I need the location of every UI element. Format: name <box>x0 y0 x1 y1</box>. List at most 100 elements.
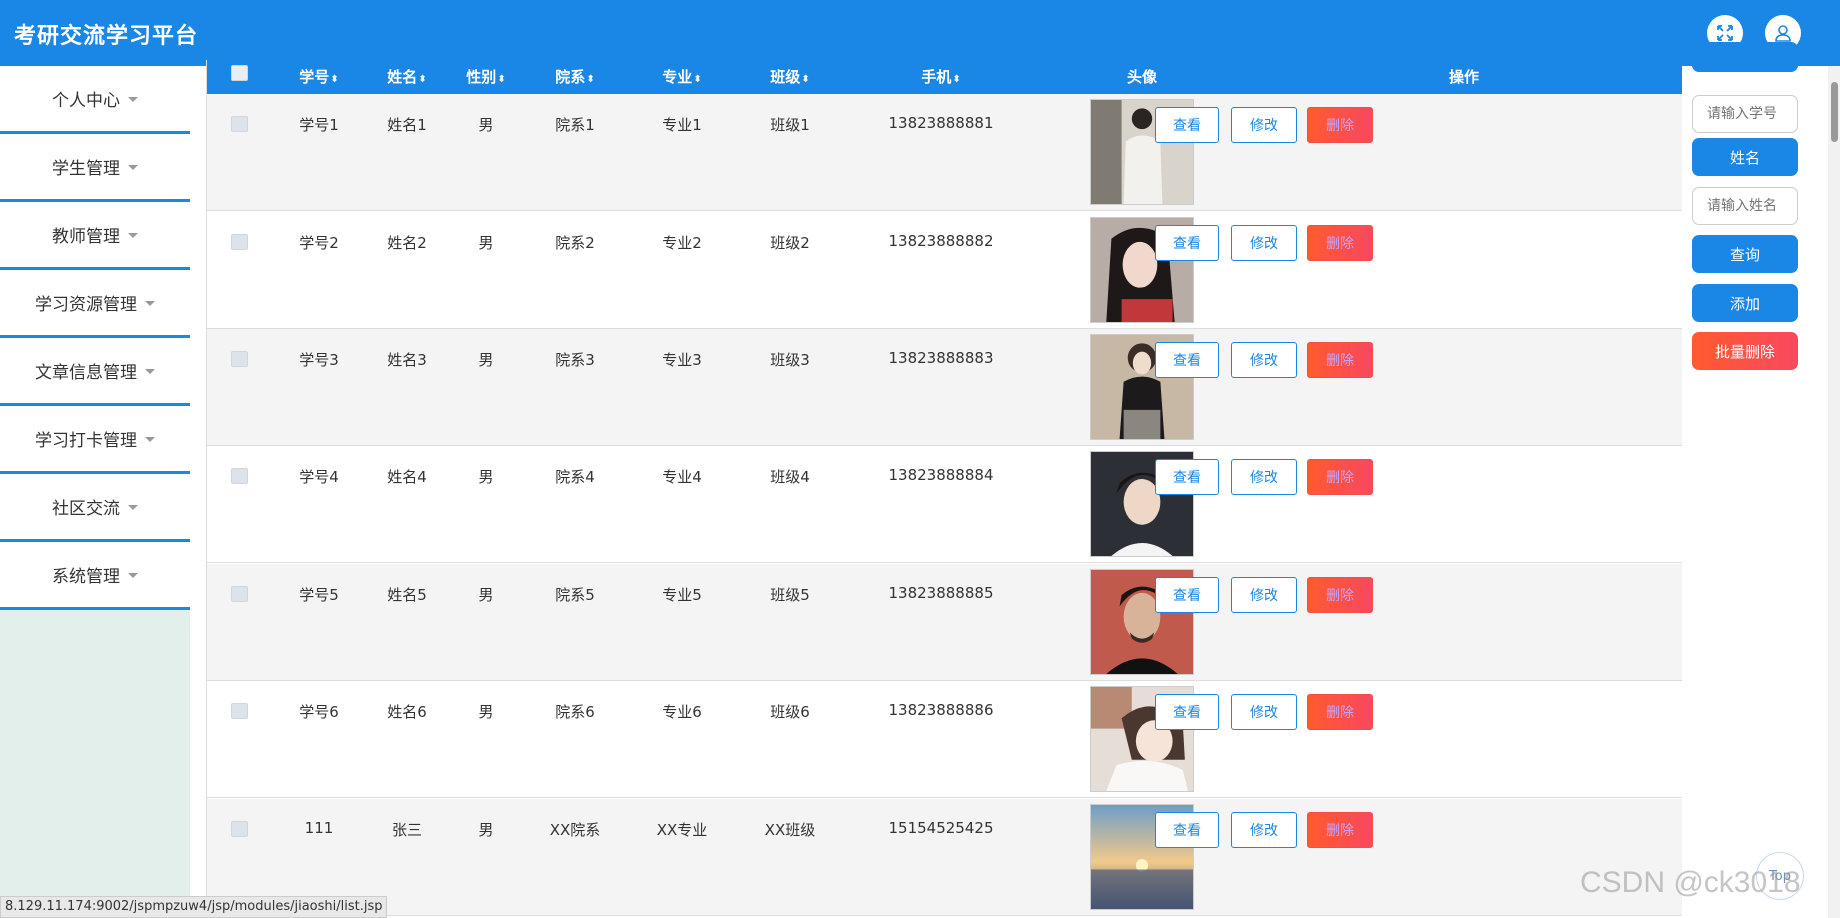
sidebar-item-system-management[interactable]: 系统管理 <box>0 542 190 610</box>
watermark: CSDN @ck3018 <box>1580 866 1801 899</box>
delete-button[interactable]: 删除 <box>1307 577 1373 613</box>
row-checkbox[interactable] <box>231 703 248 719</box>
column-header-major[interactable]: 专业⬍ <box>662 66 701 87</box>
table-row: 学号4 姓名4 男 院系4 专业4 班级4 13823888884 查看 修改 … <box>207 446 1682 563</box>
sidebar-item-label: 教师管理 <box>52 227 120 247</box>
delete-button[interactable]: 删除 <box>1307 225 1373 261</box>
row-checkbox[interactable] <box>231 234 248 250</box>
cell-gender: 男 <box>478 116 494 134</box>
table-row: 学号5 姓名5 男 院系5 专业5 班级5 13823888885 查看 修改 … <box>207 564 1682 681</box>
delete-button[interactable]: 删除 <box>1307 694 1373 730</box>
table-row: 学号1 姓名1 男 院系1 专业1 班级1 13823888881 查看 修改 … <box>207 94 1682 211</box>
column-header-id[interactable]: 学号⬍ <box>299 66 338 87</box>
cell-id: 学号1 <box>299 116 339 134</box>
edit-button[interactable]: 修改 <box>1231 459 1297 495</box>
cell-major: 专业5 <box>662 586 702 604</box>
sidebar-item-personal-center[interactable]: 个人中心 <box>0 66 190 134</box>
view-button[interactable]: 查看 <box>1155 694 1219 730</box>
edit-button[interactable]: 修改 <box>1231 342 1297 378</box>
select-all-checkbox[interactable] <box>231 65 248 81</box>
caret-down-icon <box>145 369 155 374</box>
edit-button[interactable]: 修改 <box>1231 577 1297 613</box>
view-button[interactable]: 查看 <box>1155 225 1219 261</box>
row-checkbox[interactable] <box>231 351 248 367</box>
cell-id: 111 <box>304 819 334 837</box>
sort-icon: ⬍ <box>586 74 595 85</box>
cell-phone: 13823888882 <box>888 232 994 250</box>
sidebar-item-student-management[interactable]: 学生管理 <box>0 134 190 202</box>
sidebar-item-article-management[interactable]: 文章信息管理 <box>0 338 190 406</box>
edit-button[interactable]: 修改 <box>1231 225 1297 261</box>
cell-dept: 院系2 <box>555 234 595 252</box>
sidebar-item-label: 系统管理 <box>52 567 120 587</box>
id-label-button <box>1692 42 1798 72</box>
cell-major: 专业1 <box>662 116 702 134</box>
cell-dept: XX院系 <box>549 821 601 839</box>
cell-name: 姓名1 <box>387 116 427 134</box>
column-header-actions: 操作 <box>1448 68 1480 86</box>
view-button[interactable]: 查看 <box>1155 342 1219 378</box>
cell-major: 专业2 <box>662 234 702 252</box>
caret-down-icon <box>128 165 138 170</box>
id-search-input[interactable] <box>1692 95 1798 133</box>
sidebar: 个人中心 学生管理 教师管理 学习资源管理 文章信息管理 学习打卡管理 社区交流… <box>0 66 190 918</box>
cell-dept: 院系6 <box>555 703 595 721</box>
view-button[interactable]: 查看 <box>1155 459 1219 495</box>
edit-button[interactable]: 修改 <box>1231 694 1297 730</box>
search-panel: 姓名 查询 添加 批量删除 <box>1692 42 1798 918</box>
cell-name: 姓名5 <box>387 586 427 604</box>
cell-id: 学号3 <box>299 351 339 369</box>
sidebar-item-teacher-management[interactable]: 教师管理 <box>0 202 190 270</box>
row-checkbox[interactable] <box>231 468 248 484</box>
cell-class: 班级5 <box>770 586 810 604</box>
sidebar-item-resource-management[interactable]: 学习资源管理 <box>0 270 190 338</box>
row-checkbox[interactable] <box>231 116 248 132</box>
sort-icon: ⬍ <box>497 74 506 85</box>
row-checkbox[interactable] <box>231 586 248 602</box>
sidebar-item-community[interactable]: 社区交流 <box>0 474 190 542</box>
row-checkbox[interactable] <box>231 821 248 837</box>
cell-gender: 男 <box>478 586 494 604</box>
name-search-input[interactable] <box>1692 187 1798 225</box>
cell-dept: 院系4 <box>555 468 595 486</box>
table-row: 学号2 姓名2 男 院系2 专业2 班级2 13823888882 查看 修改 … <box>207 212 1682 329</box>
caret-down-icon <box>145 301 155 306</box>
cell-name: 张三 <box>391 821 423 839</box>
view-button[interactable]: 查看 <box>1155 812 1219 848</box>
delete-button[interactable]: 删除 <box>1307 459 1373 495</box>
cell-phone: 13823888883 <box>888 349 994 367</box>
cell-name: 姓名3 <box>387 351 427 369</box>
table-row: 学号3 姓名3 男 院系3 专业3 班级3 13823888883 查看 修改 … <box>207 329 1682 446</box>
cell-name: 姓名4 <box>387 468 427 486</box>
column-header-phone[interactable]: 手机⬍ <box>921 66 960 87</box>
add-button[interactable]: 添加 <box>1692 284 1798 322</box>
cell-major: 专业6 <box>662 703 702 721</box>
query-button[interactable]: 查询 <box>1692 235 1798 273</box>
sidebar-item-label: 学习打卡管理 <box>35 431 137 451</box>
cell-class: 班级3 <box>770 351 810 369</box>
sidebar-item-checkin-management[interactable]: 学习打卡管理 <box>0 406 190 474</box>
edit-button[interactable]: 修改 <box>1231 107 1297 143</box>
view-button[interactable]: 查看 <box>1155 107 1219 143</box>
cell-class: 班级2 <box>770 234 810 252</box>
cell-id: 学号4 <box>299 468 339 486</box>
cell-id: 学号5 <box>299 586 339 604</box>
column-header-class[interactable]: 班级⬍ <box>770 66 809 87</box>
caret-down-icon <box>128 233 138 238</box>
delete-button[interactable]: 删除 <box>1307 342 1373 378</box>
batch-delete-button[interactable]: 批量删除 <box>1692 332 1798 370</box>
delete-button[interactable]: 删除 <box>1307 107 1373 143</box>
cell-name: 姓名6 <box>387 703 427 721</box>
page-scrollbar[interactable] <box>1828 66 1840 918</box>
cell-gender: 男 <box>478 234 494 252</box>
view-button[interactable]: 查看 <box>1155 577 1219 613</box>
delete-button[interactable]: 删除 <box>1307 812 1373 848</box>
column-header-name[interactable]: 姓名⬍ <box>387 66 426 87</box>
cell-id: 学号6 <box>299 703 339 721</box>
column-header-dept[interactable]: 院系⬍ <box>555 66 594 87</box>
scrollbar-thumb[interactable] <box>1831 82 1838 142</box>
table-header: 学号⬍ 姓名⬍ 性别⬍ 院系⬍ 专业⬍ 班级⬍ 手机⬍ 头像 操作 <box>207 60 1682 94</box>
edit-button[interactable]: 修改 <box>1231 812 1297 848</box>
column-header-gender[interactable]: 性别⬍ <box>466 66 505 87</box>
cell-dept: 院系1 <box>555 116 595 134</box>
